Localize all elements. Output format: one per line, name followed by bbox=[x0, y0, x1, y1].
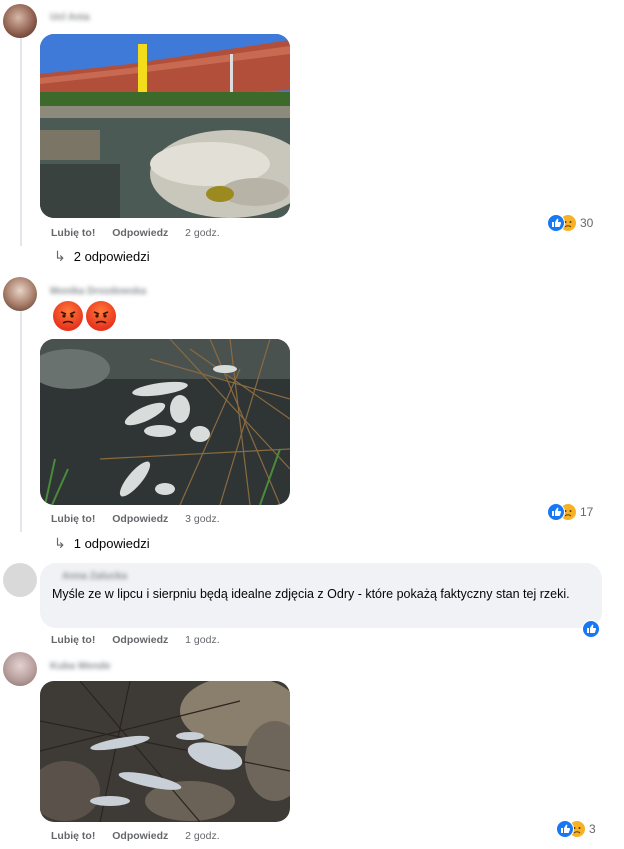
timestamp[interactable]: 1 godz. bbox=[185, 634, 219, 646]
replies-count-label: 2 odpowiedzi bbox=[73, 249, 150, 264]
comment-actions: Lubię to! Odpowiedz 1 godz. bbox=[51, 634, 234, 646]
reply-button[interactable]: Odpowiedz bbox=[112, 830, 168, 842]
angry-reaction-icon bbox=[53, 301, 83, 331]
like-reaction-icon bbox=[582, 620, 600, 638]
thread-line bbox=[20, 310, 22, 532]
comment-actions: Lubię to! Odpowiedz 2 godz. bbox=[51, 227, 234, 239]
like-reaction-icon bbox=[547, 503, 565, 521]
comment-photo[interactable] bbox=[40, 339, 290, 505]
reaction-summary[interactable] bbox=[582, 620, 600, 638]
timestamp[interactable]: 2 godz. bbox=[185, 830, 219, 842]
reply-button[interactable]: Odpowiedz bbox=[112, 634, 168, 646]
reply-arrow-icon: ↳ bbox=[54, 535, 66, 551]
like-reaction-icon bbox=[556, 820, 574, 838]
reaction-count: 30 bbox=[580, 216, 594, 230]
like-button[interactable]: Lubię to! bbox=[51, 830, 95, 842]
like-button[interactable]: Lubię to! bbox=[51, 227, 95, 239]
comment-photo[interactable] bbox=[40, 34, 290, 218]
like-button[interactable]: Lubię to! bbox=[51, 513, 95, 525]
thread-line bbox=[20, 36, 22, 246]
dead-fish-photo bbox=[40, 34, 290, 218]
comment-author[interactable]: Kuba Wende bbox=[50, 661, 110, 672]
comment-actions: Lubię to! Odpowiedz 2 godz. bbox=[51, 830, 234, 842]
timestamp[interactable]: 2 godz. bbox=[185, 227, 219, 239]
comment-author[interactable]: Anna Zalucka bbox=[62, 571, 127, 582]
avatar[interactable] bbox=[3, 277, 37, 311]
view-replies-link[interactable]: ↳ 2 odpowiedzi bbox=[54, 248, 150, 265]
timestamp[interactable]: 3 godz. bbox=[185, 513, 219, 525]
dead-fish-reeds-photo bbox=[40, 339, 290, 505]
reaction-summary[interactable]: 30 bbox=[547, 214, 593, 232]
reaction-summary[interactable]: 3 bbox=[556, 820, 596, 838]
dead-fish-rocks-photo bbox=[40, 681, 290, 822]
comment-author[interactable]: Monika Drozdowska bbox=[50, 286, 146, 297]
avatar[interactable] bbox=[3, 4, 37, 38]
like-button[interactable]: Lubię to! bbox=[51, 634, 95, 646]
like-reaction-icon bbox=[547, 214, 565, 232]
reaction-count: 3 bbox=[589, 822, 596, 836]
reaction-summary[interactable]: 17 bbox=[547, 503, 593, 521]
comment-text: Myśle ze w lipcu i sierpniu będą idealne… bbox=[52, 587, 570, 601]
angry-reaction-icon bbox=[86, 301, 116, 331]
comment-actions: Lubię to! Odpowiedz 3 godz. bbox=[51, 513, 234, 525]
replies-count-label: 1 odpowiedzi bbox=[73, 536, 150, 551]
reply-arrow-icon: ↳ bbox=[54, 248, 66, 264]
comment-photo[interactable] bbox=[40, 681, 290, 822]
avatar[interactable] bbox=[3, 563, 37, 597]
reply-button[interactable]: Odpowiedz bbox=[112, 227, 168, 239]
view-replies-link[interactable]: ↳ 1 odpowiedzi bbox=[54, 535, 150, 552]
reaction-count: 17 bbox=[580, 505, 594, 519]
avatar[interactable] bbox=[3, 652, 37, 686]
comment-author[interactable]: Ucl Ania bbox=[50, 12, 90, 23]
reply-button[interactable]: Odpowiedz bbox=[112, 513, 168, 525]
